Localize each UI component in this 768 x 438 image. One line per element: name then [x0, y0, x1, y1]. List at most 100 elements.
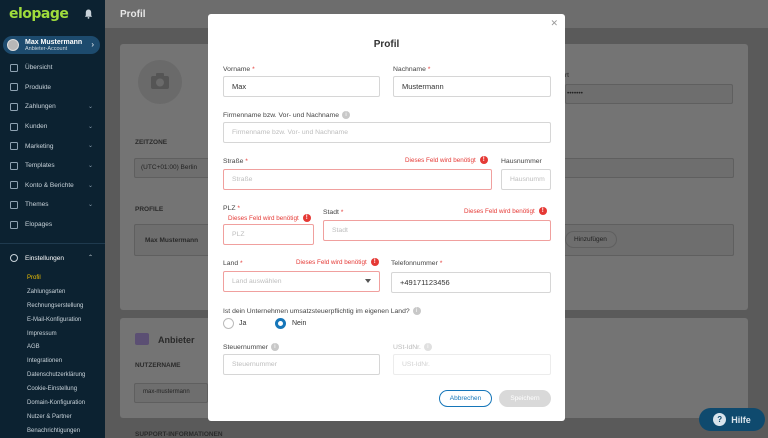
timezone-label: ZEITZONE: [135, 139, 168, 146]
users-icon: [10, 122, 18, 131]
subnav-item-datenschutz[interactable]: Datenschutzerklärung: [27, 368, 85, 382]
sidebar-item-ubersicht[interactable]: Übersicht: [0, 58, 105, 78]
chevron-down-icon: ⌄: [87, 143, 93, 150]
sidebar-item-zahlungen[interactable]: Zahlungen ⌄: [0, 97, 105, 117]
sidebar-item-kunden[interactable]: Kunden ⌄: [0, 117, 105, 137]
help-button[interactable]: ? Hilfe: [699, 408, 765, 431]
subnav-item-agb[interactable]: AGB: [27, 340, 85, 354]
user-card[interactable]: Max Mustermann Anbieter-Account ›: [3, 36, 100, 54]
zip-input[interactable]: PLZ: [223, 224, 314, 245]
sidebar-item-marketing[interactable]: Marketing ⌄: [0, 136, 105, 156]
sidebar-item-konto-berichte[interactable]: Konto & Berichte ⌄: [0, 176, 105, 196]
tax-number-input[interactable]: Steuernummer: [223, 354, 380, 375]
house-number-label: Hausnummer: [501, 158, 542, 165]
zip-error: Dieses Feld wird benötigt!: [228, 214, 311, 222]
street-error: Dieses Feld wird benötigt!: [405, 156, 488, 164]
crown-icon: [135, 333, 149, 345]
caret-down-icon: [365, 279, 371, 283]
first-name-label: Vorname *: [223, 66, 255, 73]
zip-label: PLZ *: [223, 205, 241, 212]
timezone-value: (UTC+01:00) Berlin: [141, 164, 198, 171]
subnav-item-cookie[interactable]: Cookie-Einstellung: [27, 382, 85, 396]
page-title: Profil: [120, 9, 146, 20]
sidebar-item-elopages[interactable]: Elopages: [0, 215, 105, 235]
settings-subnav: Profil Zahlungsarten Rechnungserstellung…: [27, 271, 85, 438]
chevron-down-icon: ⌄: [87, 202, 93, 209]
first-name-input[interactable]: Max: [223, 76, 380, 97]
info-icon[interactable]: i: [423, 343, 432, 351]
subnav-item-domain[interactable]: Domain-Konfiguration: [27, 396, 85, 410]
modal-title: Profil: [373, 39, 400, 50]
app-logo[interactable]: elopage: [9, 6, 69, 22]
username-label: NUTZERNAME: [135, 362, 181, 369]
profile-modal: ✕ Profil Vorname * Max Nachname * Muster…: [208, 14, 565, 421]
tax-number-label: Steuernummer i: [223, 343, 279, 351]
sidebar-divider: [0, 243, 105, 244]
error-icon: !: [302, 214, 311, 222]
user-role: Anbieter-Account: [25, 46, 68, 52]
vat-no-label[interactable]: Nein: [292, 320, 306, 327]
city-input[interactable]: Stadt: [323, 220, 551, 241]
bell-icon[interactable]: [84, 9, 93, 19]
chevron-up-icon: ⌃: [87, 255, 93, 261]
subnav-item-profil[interactable]: Profil: [27, 271, 85, 285]
error-icon: !: [538, 207, 547, 215]
subnav-item-nutzer-partner[interactable]: Nutzer & Partner: [27, 410, 85, 424]
street-label: Straße *: [223, 158, 248, 165]
sidebar-item-templates[interactable]: Templates ⌄: [0, 156, 105, 176]
chevron-down-icon: ⌄: [87, 182, 93, 189]
phone-input[interactable]: +49171123456: [391, 272, 551, 293]
subnav-item-benachrichtigungen[interactable]: Benachrichtigungen: [27, 424, 85, 438]
chevron-down-icon: ⌄: [87, 104, 93, 111]
sidebar-item-produkte[interactable]: Produkte: [0, 78, 105, 98]
sidebar-item-themes[interactable]: Themes ⌄: [0, 195, 105, 215]
info-icon[interactable]: i: [341, 111, 350, 119]
camera-icon[interactable]: [138, 60, 182, 104]
subnav-item-integrationen[interactable]: Integrationen: [27, 354, 85, 368]
template-icon: [10, 161, 18, 170]
country-error: Dieses Feld wird benötigt!: [296, 258, 379, 266]
password-label: rt: [565, 72, 569, 79]
profile-section-label: PROFILE: [135, 206, 164, 213]
country-select[interactable]: Land auswählen: [223, 271, 380, 292]
sidebar: elopage Max Mustermann Anbieter-Account …: [0, 0, 105, 438]
last-name-input[interactable]: Mustermann: [393, 76, 551, 97]
vat-yes-label[interactable]: Ja: [239, 320, 246, 327]
vat-no-radio[interactable]: [275, 318, 286, 329]
vat-yes-radio[interactable]: [223, 318, 234, 329]
password-field[interactable]: [565, 84, 733, 104]
save-button[interactable]: Speichern: [499, 390, 551, 407]
info-icon[interactable]: i: [270, 343, 279, 351]
gear-icon: [10, 254, 18, 262]
subnav-item-impressum[interactable]: Impressum: [27, 327, 85, 341]
company-label: Firmenname bzw. Vor- und Nachname i: [223, 111, 350, 119]
street-input[interactable]: Straße: [223, 169, 492, 190]
error-icon: !: [370, 258, 379, 266]
subnav-item-email-konfiguration[interactable]: E-Mail-Konfiguration: [27, 313, 85, 327]
sidebar-item-einstellungen[interactable]: Einstellungen ⌃: [0, 249, 105, 267]
vat-id-input: USt-IdNr.: [393, 354, 551, 375]
house-number-input[interactable]: Hausnumm: [501, 169, 551, 190]
avatar: [7, 39, 19, 51]
chevron-down-icon: ⌄: [87, 162, 93, 169]
last-name-label: Nachname *: [393, 66, 431, 73]
subnav-item-rechnungserstellung[interactable]: Rechnungserstellung: [27, 299, 85, 313]
wallet-icon: [10, 102, 18, 111]
info-icon[interactable]: i: [412, 307, 421, 315]
main-nav: Übersicht Produkte Zahlungen ⌄ Kunden ⌄ Ma…: [0, 58, 105, 234]
company-input[interactable]: Firmenname bzw. Vor- und Nachname: [223, 122, 551, 143]
username-value: max-mustermann: [143, 389, 190, 395]
anbieter-title: Anbieter: [158, 335, 195, 345]
report-icon: [10, 181, 18, 190]
palette-icon: [10, 200, 18, 209]
user-name: Max Mustermann: [25, 39, 83, 46]
cancel-button[interactable]: Abbrechen: [439, 390, 492, 407]
password-mask: •••••••: [567, 90, 583, 97]
phone-label: Telefonnummer *: [391, 260, 443, 267]
subnav-item-zahlungsarten[interactable]: Zahlungsarten: [27, 285, 85, 299]
city-label: Stadt *: [323, 209, 344, 216]
chevron-right-icon: ›: [91, 40, 94, 49]
question-icon: ?: [713, 413, 727, 426]
pages-icon: [10, 220, 18, 229]
close-icon[interactable]: ✕: [550, 18, 558, 29]
